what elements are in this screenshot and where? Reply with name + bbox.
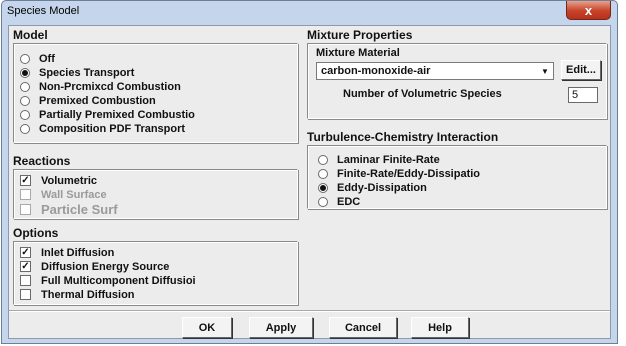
radio-button[interactable]	[318, 196, 328, 207]
model-option-species-transport[interactable]: Species Transport	[20, 66, 134, 79]
model-option-composition-pdf[interactable]: Composition PDF Transport	[20, 122, 185, 135]
radio-button[interactable]	[318, 154, 328, 165]
cancel-button[interactable]: Cancel	[329, 317, 397, 338]
species-count-label: Number of Volumetric Species	[343, 88, 502, 100]
radio-button[interactable]	[318, 168, 328, 179]
checkbox[interactable]	[20, 275, 31, 286]
model-group: Off Species Transport Non-Prcmixcd Combu…	[13, 43, 298, 143]
turbulence-option-laminar[interactable]: Laminar Finite-Rate	[318, 153, 440, 166]
model-option-premixed[interactable]: Premixed Combustion	[20, 94, 156, 107]
reactions-heading: Reactions	[13, 154, 71, 168]
mixture-group: Mixture Material carbon-monoxide-air ▼ E…	[307, 43, 607, 119]
reaction-particle-surface[interactable]: Particle Surf	[20, 202, 118, 217]
turbulence-option-edc[interactable]: EDC	[318, 195, 360, 208]
options-group: ✓ Inlet Diffusion ✓ Diffusion Energy Sou…	[13, 241, 298, 305]
option-label: EDC	[337, 195, 361, 208]
option-label: Thermal Diffusion	[41, 288, 135, 301]
radio-button-selected[interactable]	[20, 67, 30, 78]
model-option-partially-premixed[interactable]: Partially Premixed Combustio	[20, 108, 195, 121]
title-bar[interactable]: Species Model x	[2, 1, 617, 23]
radio-button[interactable]	[20, 109, 30, 120]
reaction-volumetric[interactable]: ✓ Volumetric	[20, 174, 97, 187]
option-label: Non-Prcmixcd Combustion	[39, 80, 181, 93]
mixture-material-label: Mixture Material	[316, 47, 400, 59]
checkbox[interactable]	[20, 189, 31, 200]
ok-button[interactable]: OK	[182, 317, 232, 338]
model-option-off[interactable]: Off	[20, 52, 55, 65]
option-label: Finite-Rate/Eddy-Dissipatio	[337, 167, 481, 180]
radio-button[interactable]	[20, 81, 30, 92]
option-diffusion-energy-source[interactable]: ✓ Diffusion Energy Source	[20, 260, 169, 273]
option-label: Partially Premixed Combustio	[39, 108, 195, 121]
option-label: Inlet Diffusion	[41, 246, 115, 259]
close-icon: x	[584, 2, 593, 18]
apply-button[interactable]: Apply	[249, 317, 313, 338]
option-label: Species Transport	[39, 66, 135, 79]
checkbox-checked[interactable]: ✓	[20, 175, 31, 186]
edit-button[interactable]: Edit...	[561, 60, 601, 80]
turbulence-group: Laminar Finite-Rate Finite-Rate/Eddy-Dis…	[307, 145, 607, 209]
reaction-label: Particle Surf	[41, 202, 118, 217]
radio-button[interactable]	[20, 53, 30, 64]
turbulence-heading: Turbulence-Chemistry Interaction	[307, 130, 499, 144]
option-label: Laminar Finite-Rate	[337, 153, 440, 166]
option-label: Premixed Combustion	[39, 94, 156, 107]
option-label: Composition PDF Transport	[39, 122, 186, 135]
option-thermal-diffusion[interactable]: Thermal Diffusion	[20, 288, 135, 301]
option-inlet-diffusion[interactable]: ✓ Inlet Diffusion	[20, 246, 114, 259]
option-label: Off	[39, 52, 55, 65]
checkbox-checked[interactable]: ✓	[20, 261, 31, 272]
checkbox-checked[interactable]: ✓	[20, 247, 31, 258]
reactions-group: ✓ Volumetric Wall Surface Particle Surf	[13, 169, 298, 219]
mixture-material-value: carbon-monoxide-air	[321, 65, 431, 77]
turbulence-option-finite-rate-eddy[interactable]: Finite-Rate/Eddy-Dissipatio	[318, 167, 480, 180]
radio-button-selected[interactable]	[318, 182, 328, 193]
option-full-multicomponent[interactable]: Full Multicomponent Diffusioi	[20, 274, 196, 287]
checkbox[interactable]	[20, 204, 31, 215]
chevron-down-icon[interactable]: ▼	[537, 67, 553, 76]
mixture-heading: Mixture Properties	[307, 28, 413, 42]
option-label: Full Multicomponent Diffusioi	[41, 274, 196, 287]
reaction-label: Wall Surface	[41, 188, 107, 201]
radio-button[interactable]	[20, 123, 30, 134]
footer-divider	[9, 310, 610, 312]
dialog-body: Model Off Species Transport Non-Prcmixcd…	[8, 25, 611, 339]
checkbox[interactable]	[20, 289, 31, 300]
option-label: Eddy-Dissipation	[337, 181, 427, 194]
radio-button[interactable]	[20, 95, 30, 106]
mixture-material-dropdown[interactable]: carbon-monoxide-air ▼	[316, 62, 554, 80]
species-model-window: Species Model x Model Off Species Transp…	[1, 0, 618, 344]
help-button[interactable]: Help	[411, 317, 469, 338]
reaction-label: Volumetric	[41, 174, 98, 187]
close-button[interactable]: x	[566, 1, 611, 20]
reaction-wall-surface[interactable]: Wall Surface	[20, 188, 107, 201]
model-heading: Model	[13, 28, 48, 42]
species-count-field[interactable]: 5	[568, 87, 598, 103]
turbulence-option-eddy-dissipation[interactable]: Eddy-Dissipation	[318, 181, 427, 194]
options-heading: Options	[13, 226, 59, 240]
window-title: Species Model	[7, 5, 80, 17]
option-label: Diffusion Energy Source	[41, 260, 170, 273]
model-option-non-premixed[interactable]: Non-Prcmixcd Combustion	[20, 80, 181, 93]
